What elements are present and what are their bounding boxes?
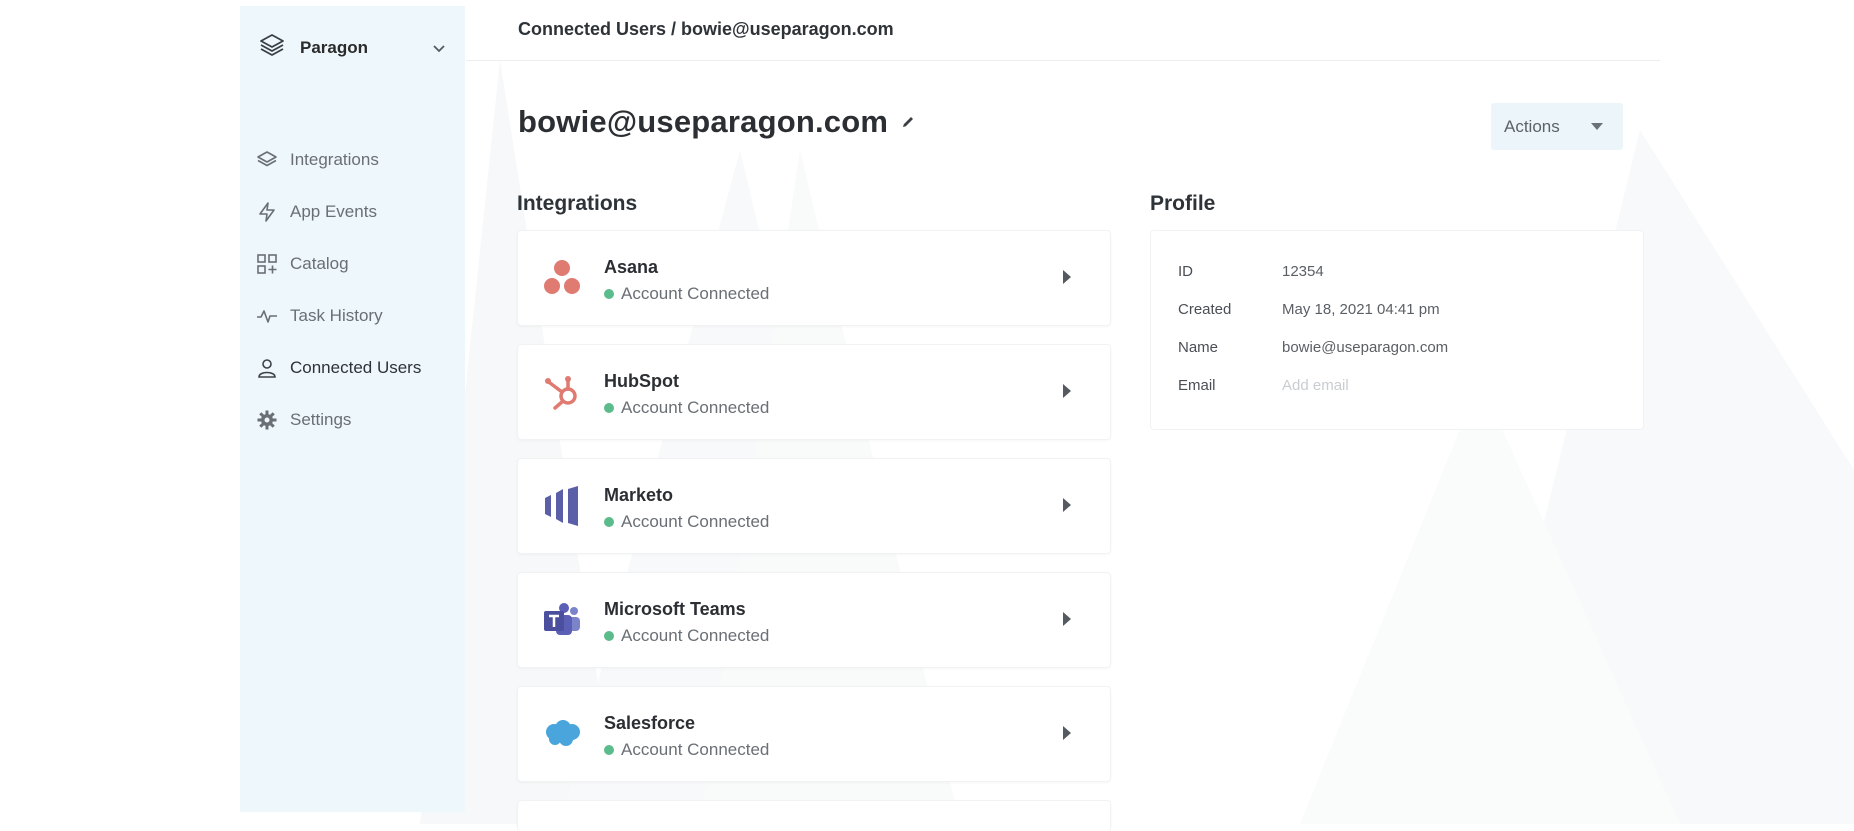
integrations-heading: Integrations xyxy=(517,192,638,215)
profile-row-email: Email Add email xyxy=(1178,377,1349,394)
workspace-switcher[interactable]: Paragon xyxy=(258,28,448,68)
salesforce-icon xyxy=(542,714,582,754)
profile-name-value: bowie@useparagon.com xyxy=(1282,339,1449,356)
breadcrumb: Connected Users / bowie@useparagon.com xyxy=(518,19,894,39)
sidebar-item-label: Settings xyxy=(290,410,352,429)
integration-status: Account Connected xyxy=(604,626,769,646)
profile-row-created: Created May 18, 2021 04:41 pm xyxy=(1178,301,1440,318)
integration-status: Account Connected xyxy=(604,398,769,418)
sidebar-item-settings[interactable]: Settings xyxy=(256,394,456,446)
integrations-list: Asana Account Connected HubSpot Account … xyxy=(517,230,1111,831)
sidebar-item-app-events[interactable]: App Events xyxy=(256,186,456,238)
profile-id-value: 12354 xyxy=(1282,263,1324,280)
integration-card-marketo[interactable]: Marketo Account Connected xyxy=(517,458,1111,554)
integration-card-hubspot[interactable]: HubSpot Account Connected xyxy=(517,344,1111,440)
gear-icon xyxy=(256,409,278,431)
profile-created-value: May 18, 2021 04:41 pm xyxy=(1282,301,1440,318)
integration-name: HubSpot xyxy=(604,371,679,391)
chevron-right-icon[interactable] xyxy=(1063,270,1071,284)
profile-created-label: Created xyxy=(1178,301,1232,318)
user-icon xyxy=(256,357,278,379)
chevron-right-icon[interactable] xyxy=(1063,384,1071,398)
profile-card: ID 12354 Created May 18, 2021 04:41 pm N… xyxy=(1150,230,1644,430)
integration-status: Account Connected xyxy=(604,284,769,304)
status-text: Account Connected xyxy=(621,284,770,303)
sidebar-item-label: Integrations xyxy=(290,150,379,169)
sidebar-item-label: Connected Users xyxy=(290,358,422,377)
pulse-icon xyxy=(256,305,278,327)
integration-name: Salesforce xyxy=(604,713,696,733)
profile-id-label: ID xyxy=(1178,263,1193,280)
sidebar-item-label: Catalog xyxy=(290,254,349,273)
status-dot xyxy=(604,289,614,299)
integration-status: Account Connected xyxy=(604,512,769,532)
hubspot-icon xyxy=(542,372,582,412)
sidebar-item-label: App Events xyxy=(290,202,377,221)
sidebar: Paragon Integrations App Events Catalog … xyxy=(240,6,465,812)
chevron-right-icon[interactable] xyxy=(1063,612,1071,626)
sidebar-nav: Integrations App Events Catalog Task His… xyxy=(256,134,456,446)
status-text: Account Connected xyxy=(621,398,770,417)
email-field[interactable]: Add email xyxy=(1282,377,1349,394)
profile-row-name: Name bowie@useparagon.com xyxy=(1178,339,1448,356)
status-text: Account Connected xyxy=(621,740,770,759)
caret-down-icon xyxy=(1591,123,1603,130)
profile-row-id: ID 12354 xyxy=(1178,263,1324,280)
integration-name: Asana xyxy=(604,257,659,277)
profile-email-label: Email xyxy=(1178,377,1216,394)
chevron-right-icon[interactable] xyxy=(1063,498,1071,512)
sidebar-item-catalog[interactable]: Catalog xyxy=(256,238,456,290)
bolt-icon xyxy=(256,201,278,223)
microsoft-teams-icon xyxy=(542,600,582,640)
integration-name: Marketo xyxy=(604,485,674,505)
marketo-icon xyxy=(542,486,582,526)
sidebar-item-task-history[interactable]: Task History xyxy=(256,290,456,342)
status-text: Account Connected xyxy=(621,626,770,645)
workspace-name: Paragon xyxy=(300,38,369,57)
status-dot xyxy=(604,631,614,641)
actions-label: Actions xyxy=(1504,116,1560,136)
status-dot xyxy=(604,403,614,413)
profile-heading: Profile xyxy=(1150,192,1216,215)
chevron-right-icon[interactable] xyxy=(1063,726,1071,740)
actions-dropdown-button[interactable]: Actions xyxy=(1491,103,1623,150)
status-dot xyxy=(604,517,614,527)
chevron-down-icon xyxy=(433,45,445,53)
catalog-icon xyxy=(256,253,278,275)
status-dot xyxy=(604,745,614,755)
profile-name-label: Name xyxy=(1178,339,1219,356)
integration-name: Microsoft Teams xyxy=(604,599,746,619)
integration-card-asana[interactable]: Asana Account Connected xyxy=(517,230,1111,326)
integration-card-microsoft-teams[interactable]: Microsoft Teams Account Connected xyxy=(517,572,1111,668)
sidebar-item-integrations[interactable]: Integrations xyxy=(256,134,456,186)
integration-status: Account Connected xyxy=(604,740,769,760)
sidebar-item-connected-users[interactable]: Connected Users xyxy=(256,342,456,394)
integration-card-partial[interactable] xyxy=(517,800,1111,831)
paragon-logo-icon xyxy=(258,32,286,65)
integration-card-salesforce[interactable]: Salesforce Account Connected xyxy=(517,686,1111,782)
status-text: Account Connected xyxy=(621,512,770,531)
header: Connected Users / bowie@useparagon.com xyxy=(466,0,1660,61)
pencil-icon[interactable] xyxy=(900,114,916,130)
sidebar-item-label: Task History xyxy=(290,306,383,325)
layers-icon xyxy=(256,149,278,171)
page-title-row: bowie@useparagon.com xyxy=(518,104,916,140)
asana-icon xyxy=(542,258,582,298)
page-title: bowie@useparagon.com xyxy=(518,104,889,139)
